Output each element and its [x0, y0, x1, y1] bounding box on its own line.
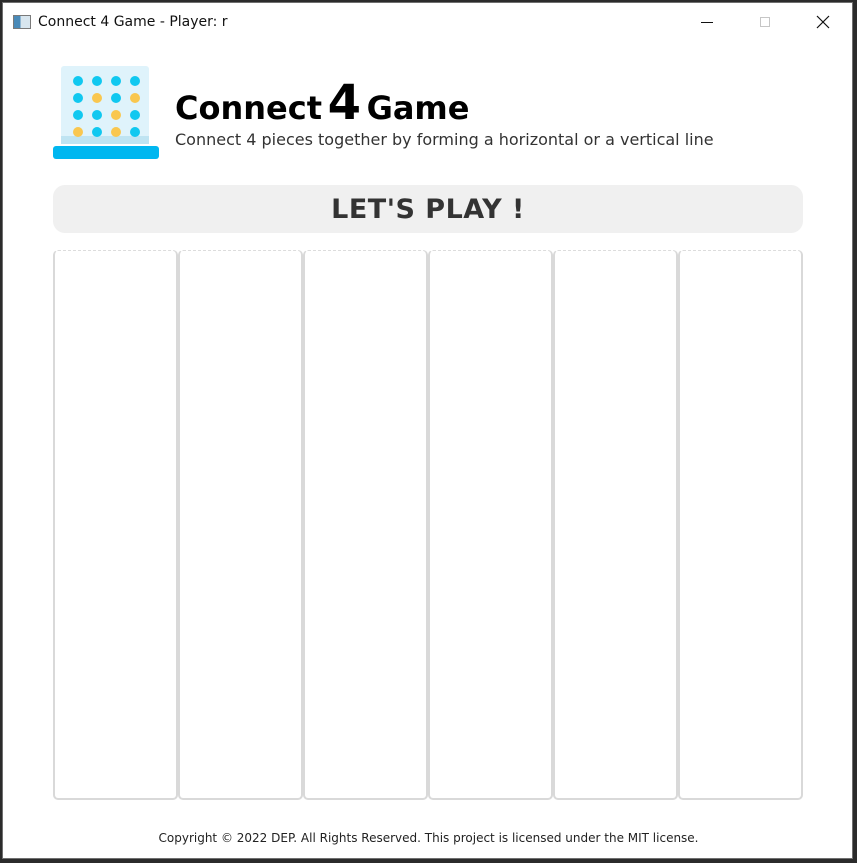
- window-title: Connect 4 Game - Player: r: [38, 14, 228, 30]
- logo-dot: [130, 127, 140, 137]
- app-icon: [13, 15, 31, 29]
- close-button[interactable]: [794, 3, 852, 41]
- maximize-icon: [760, 17, 770, 27]
- maximize-button[interactable]: [736, 3, 794, 41]
- title-suffix: Game: [366, 89, 470, 127]
- logo-dot: [73, 93, 83, 103]
- logo-dot: [92, 93, 102, 103]
- game-board: [53, 250, 803, 800]
- logo-dot: [130, 93, 140, 103]
- title-number: 4: [327, 75, 361, 131]
- logo-dot: [111, 127, 121, 137]
- logo-dot: [111, 76, 121, 86]
- logo-dot: [130, 76, 140, 86]
- logo-dot: [73, 76, 83, 86]
- minimize-icon: [701, 21, 713, 23]
- board-column[interactable]: [428, 250, 553, 800]
- minimize-button[interactable]: [678, 3, 736, 41]
- logo-dot: [73, 110, 83, 120]
- logo-dot: [130, 110, 140, 120]
- footer-copyright: Copyright © 2022 DEP. All Rights Reserve…: [158, 831, 699, 845]
- board-column[interactable]: [178, 250, 303, 800]
- title-prefix: Connect: [175, 89, 322, 127]
- logo-dot: [92, 127, 102, 137]
- logo-dot: [92, 76, 102, 86]
- logo-dot: [111, 93, 121, 103]
- connect-four-board-icon: [53, 66, 159, 159]
- board-column[interactable]: [53, 250, 178, 800]
- board-column[interactable]: [303, 250, 428, 800]
- board-column[interactable]: [678, 250, 803, 800]
- app-window: Connect 4 Game - Player: r Connect 4 Gam…: [2, 2, 853, 859]
- logo-dot: [111, 110, 121, 120]
- board-column[interactable]: [553, 250, 678, 800]
- lets-play-banner: LET'S PLAY !: [53, 185, 803, 233]
- logo-dot: [92, 110, 102, 120]
- logo-dot: [73, 127, 83, 137]
- page-title: Connect 4 Game: [175, 79, 469, 127]
- title-bar[interactable]: Connect 4 Game - Player: r: [3, 3, 852, 41]
- page-subtitle: Connect 4 pieces together by forming a h…: [175, 130, 714, 149]
- close-icon: [816, 15, 830, 29]
